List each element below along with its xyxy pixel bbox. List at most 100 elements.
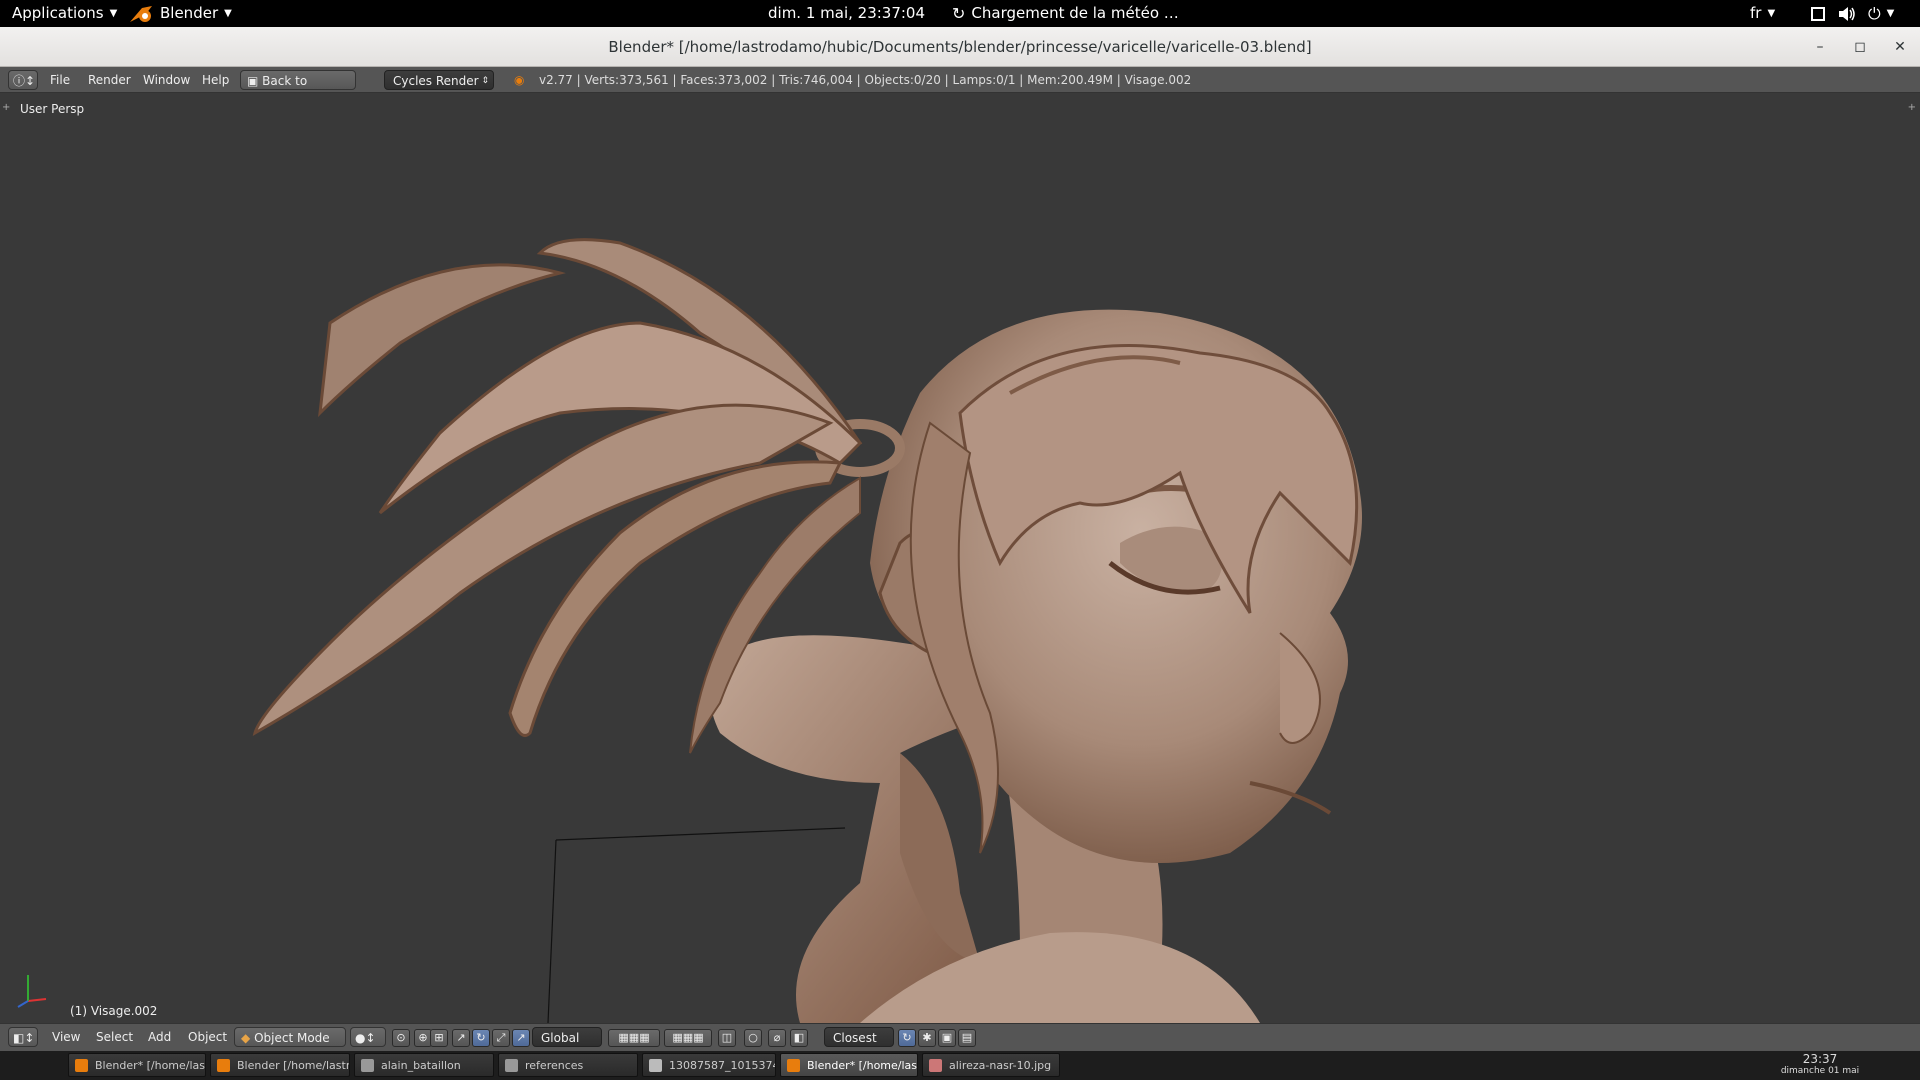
minimize-button[interactable]: –	[1808, 35, 1832, 59]
chevron-down-icon: ▼	[1767, 8, 1776, 19]
menu-render[interactable]: Render	[88, 70, 131, 90]
task-alain-bataillon[interactable]: alain_bataillon	[354, 1053, 494, 1077]
power-menu[interactable]: ⏻ ▼	[1868, 0, 1894, 27]
weather-indicator[interactable]: ↻ Chargement de la météo …	[952, 0, 1179, 27]
snap-icon[interactable]: ⌀	[768, 1029, 786, 1047]
menu-add[interactable]: Add	[148, 1027, 171, 1047]
mode-dropdown[interactable]: ◆ Object Mode	[234, 1027, 346, 1047]
solid-shading-icon: ●↕	[355, 1031, 376, 1045]
menu-select[interactable]: Select	[96, 1027, 133, 1047]
blender-icon: ◉	[514, 73, 525, 87]
chevron-down-icon: ▼	[1886, 8, 1895, 19]
3d-viewport[interactable]: User Persp (1) Visage.002 + +	[0, 93, 1920, 1023]
pivot-icon[interactable]: ⊙	[392, 1029, 410, 1047]
app-menu[interactable]: Blender ▼	[128, 0, 232, 27]
snap-target-label: Closest	[833, 1031, 877, 1045]
menu-window[interactable]: Window	[143, 70, 190, 90]
taskbar: Blender* [/home/las... Blender [/home/la…	[0, 1051, 1920, 1080]
task-image-viewer[interactable]: 13087587_1015374...	[642, 1053, 776, 1077]
rotate-icon[interactable]: ↻	[472, 1029, 490, 1047]
applications-label: Applications	[12, 4, 104, 22]
info-header: ⓘ↕ File Render Window Help ▣ Back to Pre…	[0, 67, 1920, 108]
window-title: Blender* [/home/lastrodamo/hubic/Documen…	[608, 38, 1312, 56]
blender-icon	[75, 1059, 88, 1072]
transform-icon[interactable]: ↗	[512, 1029, 530, 1047]
3d-view-header: ◧↕ View Select Add Object ◆ Object Mode …	[0, 1023, 1920, 1051]
chevron-down-icon: ▼	[224, 8, 232, 19]
task-blender-1[interactable]: Blender* [/home/las...	[68, 1053, 206, 1077]
sculpt-render	[252, 238, 1362, 1023]
plus-icon[interactable]: +	[2, 102, 10, 113]
clock[interactable]: dim. 1 mai, 23:37:04	[768, 0, 925, 27]
chevron-down-icon: ▼	[109, 8, 118, 19]
window-switcher-icon[interactable]	[1810, 0, 1826, 27]
snap-element-icon[interactable]: ◧	[790, 1029, 808, 1047]
layers-grid-icon[interactable]: ▦▦▦	[664, 1029, 712, 1047]
task-label: references	[525, 1059, 584, 1072]
image-icon	[649, 1059, 662, 1072]
lock-icon[interactable]: ◫	[718, 1029, 736, 1047]
volume-icon[interactable]	[1838, 0, 1856, 27]
scale-icon[interactable]: ⤢	[492, 1029, 510, 1047]
folder-icon	[505, 1059, 518, 1072]
taskbar-clock[interactable]: 23:37 dimanche 01 mai	[1780, 1053, 1860, 1077]
cube-icon: ◧↕	[13, 1031, 35, 1045]
task-label: alain_bataillon	[381, 1059, 461, 1072]
menu-file[interactable]: File	[50, 70, 70, 90]
back-to-previous-button[interactable]: ▣ Back to Previous	[240, 70, 356, 108]
snap-target-dropdown[interactable]: Closest	[824, 1027, 894, 1047]
align-rotation-icon[interactable]: ↻	[898, 1029, 916, 1047]
task-alireza-image[interactable]: alireza-nasr-10.jpg	[922, 1053, 1060, 1077]
file-icon	[361, 1059, 374, 1072]
close-button[interactable]: ✕	[1888, 35, 1912, 59]
layers-grid-icon[interactable]: ▦▦▦	[608, 1029, 660, 1047]
object-mode-icon: ◆	[241, 1031, 251, 1045]
blender-logo-icon	[130, 5, 152, 22]
menu-object[interactable]: Object	[188, 1027, 227, 1047]
transform-orientation-dropdown[interactable]: Global	[532, 1027, 602, 1047]
menu-view[interactable]: View	[52, 1027, 80, 1047]
applications-menu[interactable]: Applications ▼	[12, 0, 117, 27]
mode-label: Object Mode	[254, 1031, 330, 1045]
view-name-label: User Persp	[20, 102, 85, 116]
task-label: 13087587_1015374...	[669, 1059, 775, 1072]
language-indicator[interactable]: fr ▼	[1750, 0, 1775, 27]
active-object-label: (1) Visage.002	[70, 1004, 158, 1018]
render-animation-icon[interactable]: ▤	[958, 1029, 976, 1047]
image-icon	[929, 1059, 942, 1072]
render-preview-icon[interactable]: ▣	[938, 1029, 956, 1047]
editor-type-button[interactable]: ⓘ↕	[8, 70, 38, 90]
maximize-button[interactable]: ◻	[1848, 35, 1872, 59]
plus-icon[interactable]: +	[1908, 102, 1916, 113]
scene-stats: v2.77 | Verts:373,561 | Faces:373,002 | …	[539, 73, 1192, 87]
gnome-top-bar: Applications ▼ Blender ▼ dim. 1 mai, 23:…	[0, 0, 1920, 27]
snap-project-icon[interactable]: ✱	[918, 1029, 936, 1047]
editor-type-button[interactable]: ◧↕	[8, 1027, 38, 1047]
orientation-label: Global	[541, 1031, 580, 1045]
task-label: Blender* [/home/las...	[807, 1059, 918, 1072]
axis-gizmo-icon	[17, 975, 47, 1008]
window-titlebar: Blender* [/home/lastrodamo/hubic/Documen…	[0, 27, 1920, 67]
task-label: Blender [/home/lastr...	[237, 1059, 350, 1072]
clock-time: 23:37	[1802, 1052, 1838, 1066]
task-references[interactable]: references	[498, 1053, 638, 1077]
task-blender-2[interactable]: Blender [/home/lastr...	[210, 1053, 350, 1077]
clock-date: dimanche 01 mai	[1780, 1066, 1860, 1076]
refresh-icon: ↻	[952, 4, 966, 23]
screen-icon: ▣	[247, 74, 259, 88]
blender-icon	[217, 1059, 230, 1072]
datetime-text: dim. 1 mai, 23:37:04	[768, 4, 926, 22]
render-engine-dropdown[interactable]: Cycles Render ⇕	[384, 70, 494, 90]
render-engine-label: Cycles Render	[393, 74, 479, 88]
grid-toggle-icon[interactable]: ⊞	[430, 1029, 448, 1047]
menu-help[interactable]: Help	[202, 70, 229, 90]
viewport-shading-dropdown[interactable]: ●↕	[350, 1027, 386, 1047]
task-blender-active[interactable]: Blender* [/home/las...	[780, 1053, 918, 1077]
proportional-edit-icon[interactable]: ○	[744, 1029, 762, 1047]
info-icon: ⓘ↕	[13, 74, 36, 88]
task-label: alireza-nasr-10.jpg	[949, 1059, 1052, 1072]
power-icon: ⏻	[1868, 4, 1881, 23]
language-label: fr	[1750, 4, 1762, 22]
translate-icon[interactable]: ↗	[452, 1029, 470, 1047]
app-label: Blender	[160, 4, 219, 22]
